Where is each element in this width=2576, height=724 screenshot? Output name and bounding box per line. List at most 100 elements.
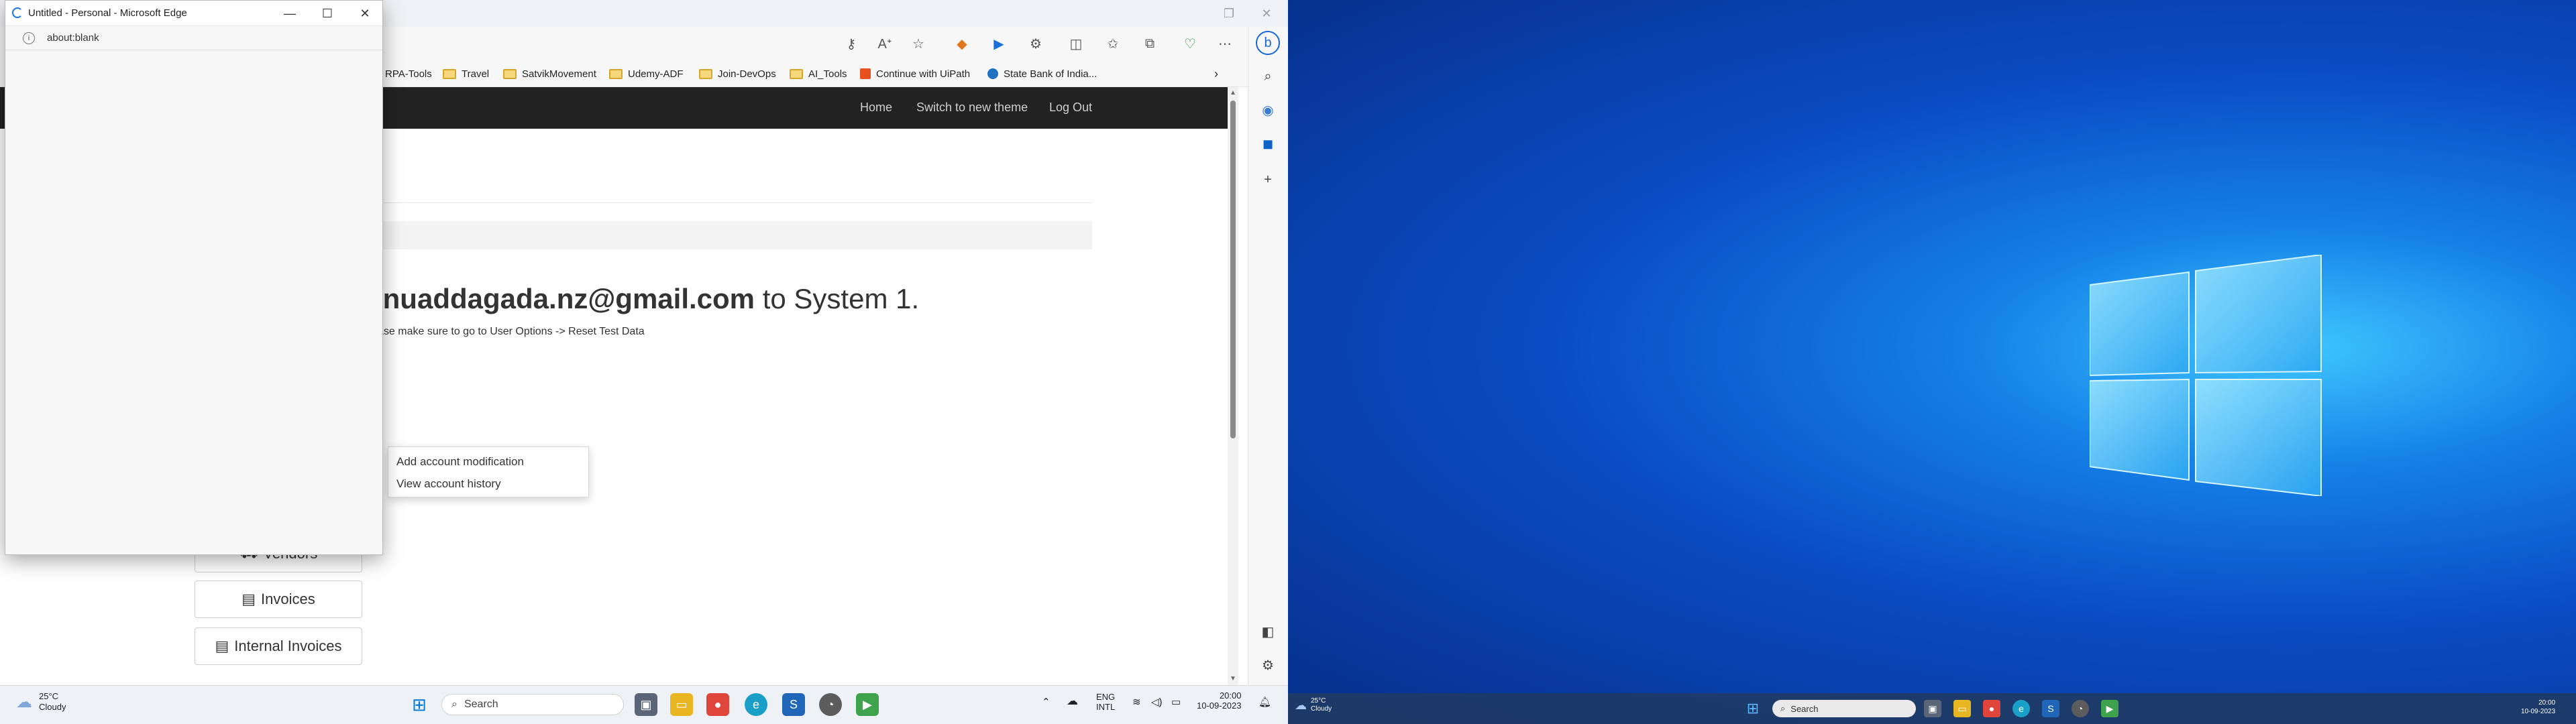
page-scrollbar[interactable]: ▲ ▼ (1228, 87, 1238, 685)
uipath-icon (860, 68, 871, 79)
extensions-icon[interactable]: ⚙ (1025, 33, 1046, 54)
nav-home-link[interactable]: Home (860, 101, 892, 115)
uipath-assistant-icon[interactable]: ▶ (2101, 700, 2118, 717)
weather-desc: Cloudy (39, 702, 66, 712)
uipath-studio-icon[interactable]: S (2042, 700, 2059, 717)
clock-right[interactable]: 20:00 10-09-2023 (2521, 699, 2555, 716)
account-dropdown-menu: Add account modification View account hi… (388, 446, 589, 497)
bing-copilot-icon[interactable]: b (1256, 31, 1280, 55)
taskbar-search-box-right[interactable]: ⌕ Search (1772, 700, 1916, 717)
restore-icon[interactable]: ❐ (1210, 0, 1248, 27)
maximize-icon[interactable]: ☐ (309, 1, 346, 26)
folder-icon (609, 68, 623, 79)
browser-essentials-icon[interactable]: ♡ (1179, 33, 1201, 54)
search-placeholder: Search (464, 699, 498, 710)
outlook-icon[interactable]: ◼ (1256, 131, 1280, 156)
user-email: hnuaddagada.nz@gmail.com (366, 283, 755, 314)
lang-code: ENG (1096, 692, 1116, 702)
close-icon[interactable]: ✕ (346, 1, 384, 26)
file-explorer-icon[interactable]: ▭ (670, 693, 693, 716)
folder-icon (503, 68, 517, 79)
fav-ai-tools[interactable]: AI_Tools (790, 66, 847, 82)
add-icon[interactable]: + (1256, 168, 1280, 192)
fav-label: SatvikMovement (522, 68, 596, 80)
start-windows-icon[interactable]: ⊞ (408, 693, 431, 716)
add-account-modification-item[interactable]: Add account modification (396, 455, 524, 469)
fav-satvikmovement[interactable]: SatvikMovement (503, 66, 596, 82)
view-account-history-item[interactable]: View account history (396, 477, 501, 491)
start-windows-icon[interactable]: ⊞ (1744, 700, 1762, 717)
file-explorer-icon[interactable]: ▭ (1953, 700, 1971, 717)
tray-overflow-chevron-icon[interactable]: ⌃ (1042, 696, 1051, 708)
close-icon[interactable]: ✕ (1248, 0, 1285, 27)
fav-join-devops[interactable]: Join-DevOps (699, 66, 776, 82)
taskbar-search-box[interactable]: ⌕ Search (441, 694, 624, 715)
nav-logout-link[interactable]: Log Out (1049, 101, 1092, 115)
button-label: Invoices (261, 591, 315, 607)
fav-label: Join-DevOps (718, 68, 776, 80)
nav-switch-theme-link[interactable]: Switch to new theme (916, 101, 1028, 115)
fav-label: Continue with UiPath (876, 68, 971, 80)
volume-icon[interactable]: ◁) (1151, 696, 1163, 708)
favorites-icon[interactable]: ✩ (1102, 33, 1124, 54)
shopping-icon[interactable]: ◉ (1256, 98, 1280, 122)
battery-icon[interactable]: ▭ (1171, 696, 1181, 708)
weather-widget[interactable]: ☁ 25°C Cloudy (16, 691, 66, 713)
clock-app-icon[interactable]: ◔ (819, 693, 842, 716)
button-label: Internal Invoices (234, 638, 342, 654)
scrollbar-thumb[interactable] (1230, 101, 1236, 438)
task-view-icon[interactable]: ▣ (1924, 700, 1941, 717)
screen-recorder-icon[interactable]: ● (1983, 700, 2000, 717)
edge-browser-icon[interactable]: e (745, 693, 767, 716)
screen-recorder-icon[interactable]: ● (706, 693, 729, 716)
weather-text: 25°C Cloudy (39, 691, 66, 713)
date: 10-09-2023 (2521, 708, 2556, 715)
fav-overflow-chevron-icon[interactable]: › (1214, 66, 1218, 82)
sidebar-toggle-icon[interactable]: ◧ (1256, 619, 1280, 644)
left-monitor: ❐ ✕ ⚷ Aᐩ ☆ ◆ ▶ ⚙ ◫ ✩ ⧉ ♡ ⋯ RPA-Tools Tra… (0, 0, 1288, 724)
scroll-up-icon[interactable]: ▲ (1229, 88, 1237, 97)
folder-icon (699, 68, 712, 79)
uipath-assistant-icon[interactable]: ▶ (856, 693, 879, 716)
onedrive-icon[interactable]: ☁ (1067, 695, 1078, 708)
clock[interactable]: 20:00 10-09-2023 (1197, 690, 1242, 711)
uipath-studio-icon[interactable]: S (782, 693, 805, 716)
metamask-extension-icon[interactable]: ◆ (951, 33, 973, 54)
uipath-extension-icon[interactable]: ▶ (988, 33, 1010, 54)
fav-rpa-tools[interactable]: RPA-Tools (385, 66, 432, 82)
notification-bell-icon[interactable]: 🔔︎ (1258, 696, 1271, 708)
search-icon[interactable]: ⌕ (1256, 64, 1280, 88)
more-menu-icon[interactable]: ⋯ (1214, 33, 1236, 54)
wifi-icon[interactable]: ≋ (1132, 696, 1141, 708)
info-bar (376, 221, 1092, 249)
fav-state-bank[interactable]: State Bank of India... (987, 66, 1097, 82)
split-screen-icon[interactable]: ◫ (1065, 33, 1087, 54)
language-indicator[interactable]: ENG INTL (1096, 692, 1115, 712)
info-icon[interactable]: i (23, 32, 35, 44)
fav-udemy-adf[interactable]: Udemy-ADF (609, 66, 684, 82)
scroll-down-icon[interactable]: ▼ (1229, 674, 1237, 682)
reset-hint-text: ase make sure to go to User Options -> R… (378, 326, 645, 337)
fav-label: Travel (462, 68, 490, 80)
folder-icon (443, 68, 456, 79)
clock-app-icon[interactable]: ◔ (2072, 700, 2089, 717)
date: 10-09-2023 (1197, 701, 1242, 711)
popup-address-bar[interactable]: i about:blank (5, 26, 382, 50)
favorite-star-icon[interactable]: ☆ (908, 33, 929, 54)
edge-browser-icon[interactable]: e (2012, 700, 2030, 717)
weather-text: 25°C Cloudy (1311, 697, 1332, 713)
popup-edge-window: Untitled - Personal - Microsoft Edge — ☐… (5, 0, 383, 555)
internal-invoices-button[interactable]: ▤ Internal Invoices (195, 627, 362, 665)
task-view-icon[interactable]: ▣ (635, 693, 657, 716)
invoices-button[interactable]: ▤ Invoices (195, 581, 362, 618)
fav-continue-uipath[interactable]: Continue with UiPath (860, 66, 970, 82)
password-key-icon[interactable]: ⚷ (841, 33, 862, 54)
minimize-icon[interactable]: — (271, 1, 309, 26)
weather-widget-right[interactable]: ☁ 25°C Cloudy (1295, 697, 1332, 713)
collections-icon[interactable]: ⧉ (1139, 33, 1161, 54)
loading-spinner-icon (12, 7, 23, 18)
search-icon: ⌕ (451, 699, 458, 710)
read-aloud-icon[interactable]: Aᐩ (874, 33, 896, 54)
fav-travel[interactable]: Travel (443, 66, 489, 82)
settings-gear-icon[interactable]: ⚙ (1256, 653, 1280, 677)
